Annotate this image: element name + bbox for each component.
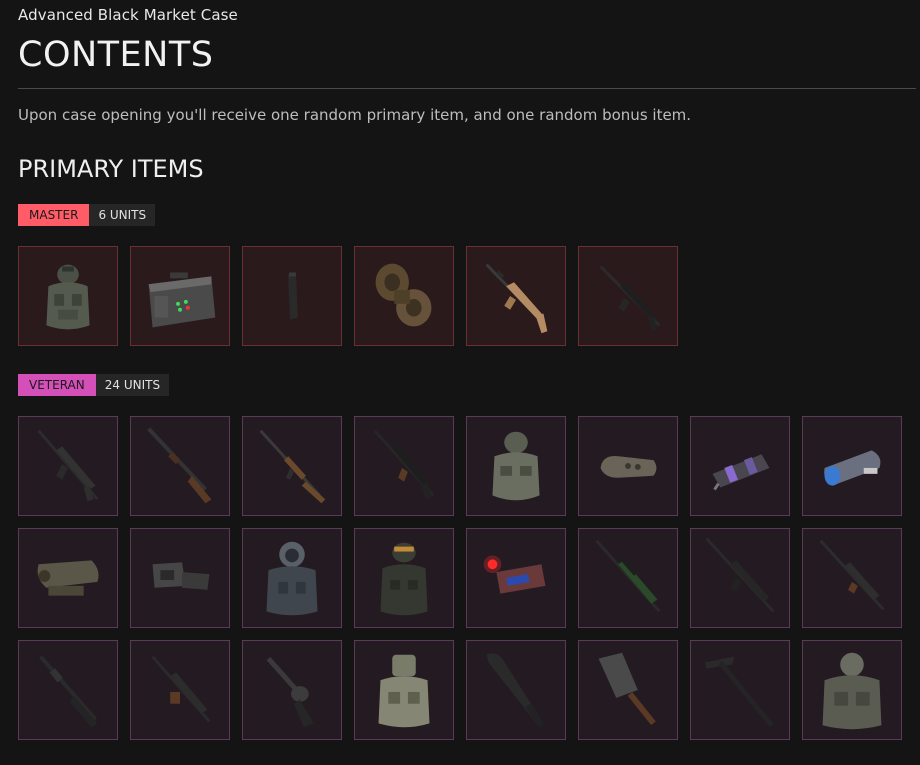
- veteran-item-tile[interactable]: [578, 528, 678, 628]
- veteran-tier-count: 24 UNITS: [95, 374, 170, 396]
- drum-smg-icon: [151, 655, 211, 723]
- master-tier-count: 6 UNITS: [89, 204, 156, 226]
- veteran-item-tile[interactable]: [130, 528, 230, 628]
- master-item-tile[interactable]: [242, 246, 342, 346]
- wood-rifle-icon: [259, 429, 326, 504]
- veteran-tier-tag: VETERAN 24 UNITS: [18, 374, 170, 396]
- armor-vest-icon: [46, 264, 90, 330]
- muzzle-brake-icon: [600, 455, 657, 478]
- veteran-item-tile[interactable]: [802, 640, 902, 740]
- case-description: Upon case opening you'll receive one ran…: [18, 106, 692, 124]
- scope-sight-icon: [37, 560, 99, 596]
- veteran-item-tile[interactable]: [578, 416, 678, 516]
- tactical-helmet-suit-icon: [380, 542, 428, 616]
- laser-module-icon: [483, 555, 546, 594]
- veteran-item-tile[interactable]: [802, 416, 902, 516]
- smg-rifle-icon: [373, 429, 435, 500]
- battle-rifle-icon: [819, 539, 885, 611]
- master-tier-label: MASTER: [18, 204, 90, 226]
- blue-tactical-light-icon: [824, 450, 881, 486]
- master-item-tile[interactable]: [466, 246, 566, 346]
- veteran-item-tile[interactable]: [690, 528, 790, 628]
- pump-shotgun-icon: [39, 655, 98, 728]
- shotgun-icon: [147, 427, 212, 504]
- master-item-tile[interactable]: [130, 246, 230, 346]
- case-name: Advanced Black Market Case: [18, 6, 238, 24]
- veteran-item-tile[interactable]: [802, 528, 902, 628]
- armor-suit-icon: [492, 431, 540, 501]
- drum-magazine-icon: [375, 263, 432, 327]
- veteran-item-tile[interactable]: [242, 528, 342, 628]
- desert-rifle-icon: [485, 263, 548, 334]
- purple-suppressor-icon: [712, 454, 770, 491]
- veteran-item-tile[interactable]: [18, 640, 118, 740]
- heavy-armor-icon: [378, 654, 430, 728]
- veteran-item-tile[interactable]: [242, 416, 342, 516]
- master-item-tile[interactable]: [18, 246, 118, 346]
- ammo-crate-icon: [148, 272, 216, 328]
- cleaver-icon: [598, 652, 656, 726]
- veteran-item-tile[interactable]: [578, 640, 678, 740]
- veteran-item-tile[interactable]: [690, 640, 790, 740]
- veteran-item-tile[interactable]: [466, 640, 566, 740]
- master-item-tile[interactable]: [578, 246, 678, 346]
- veteran-item-tile[interactable]: [242, 640, 342, 740]
- long-rifle-icon: [705, 537, 775, 613]
- revolver-icon: [266, 657, 314, 728]
- black-rifle-icon: [599, 265, 661, 332]
- juggernaut-armor-icon: [822, 652, 882, 730]
- hazmat-suit-icon: [266, 541, 318, 616]
- red-dot-sight-icon: [152, 562, 210, 590]
- veteran-item-tile[interactable]: [130, 416, 230, 516]
- veteran-item-tile[interactable]: [690, 416, 790, 516]
- veteran-item-tile[interactable]: [18, 528, 118, 628]
- veteran-item-tile[interactable]: [130, 640, 230, 740]
- veteran-item-tile[interactable]: [354, 528, 454, 628]
- magazine-icon: [288, 272, 298, 320]
- assault-rifle-icon: [37, 429, 99, 502]
- master-item-tile[interactable]: [354, 246, 454, 346]
- veteran-item-tile[interactable]: [354, 640, 454, 740]
- veteran-item-tile[interactable]: [466, 416, 566, 516]
- veteran-tier-label: VETERAN: [18, 374, 96, 396]
- master-tier-tag: MASTER 6 UNITS: [18, 204, 156, 226]
- veteran-item-tile[interactable]: [18, 416, 118, 516]
- sniper-rifle-icon: [595, 539, 661, 613]
- ice-axe-icon: [704, 656, 774, 727]
- machete-icon: [486, 653, 544, 728]
- primary-items-heading: PRIMARY ITEMS: [18, 155, 204, 183]
- veteran-item-tile[interactable]: [354, 416, 454, 516]
- page-title: CONTENTS: [18, 35, 214, 75]
- veteran-item-tile[interactable]: [466, 528, 566, 628]
- title-divider: [18, 88, 916, 89]
